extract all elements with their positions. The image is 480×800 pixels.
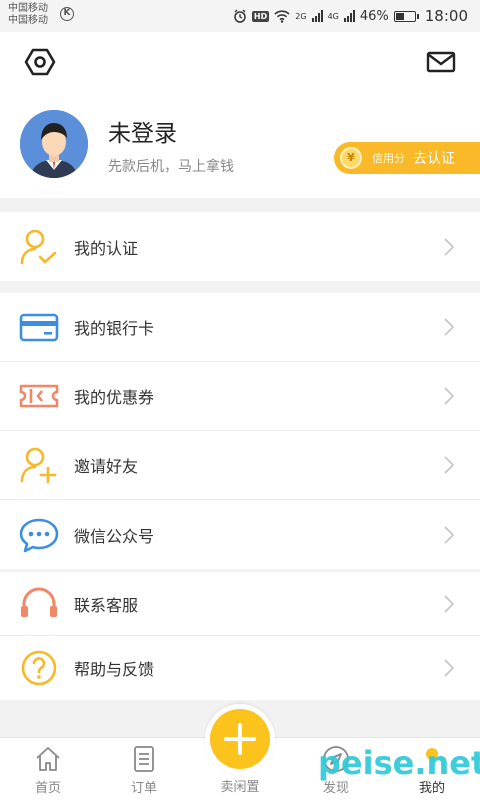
- menu-item-coupons[interactable]: 我的优惠券: [0, 362, 480, 431]
- chevron-right-icon: [444, 387, 454, 405]
- menu-item-invite-friends[interactable]: 邀请好友: [0, 431, 480, 500]
- plus-icon: [224, 723, 256, 755]
- settings-button[interactable]: [24, 48, 56, 76]
- carrier-name-2: 中国移动: [8, 15, 48, 26]
- menu-label: 联系客服: [74, 595, 139, 615]
- menu-group-account: 我的银行卡 我的优惠券 邀请好友 微信公众号: [0, 293, 480, 569]
- user-add-icon: [20, 447, 57, 484]
- network-type-2: 4G: [327, 11, 339, 21]
- order-list-icon: [134, 746, 154, 772]
- status-icons: HD 2G 4G 46% 18:00: [233, 6, 468, 26]
- signal-bars-icon-2: [343, 10, 355, 22]
- credit-verify-button[interactable]: ¥ 信用分 去认证: [334, 142, 480, 174]
- messages-button[interactable]: [426, 50, 456, 74]
- sell-idle-button[interactable]: [205, 704, 275, 774]
- nav-home[interactable]: 首页: [0, 738, 96, 800]
- alarm-icon: [234, 9, 246, 23]
- menu-item-help-feedback[interactable]: 帮助与反馈: [0, 636, 480, 700]
- menu-item-wechat-official[interactable]: 微信公众号: [0, 500, 480, 569]
- chevron-right-icon: [444, 594, 454, 613]
- menu-label: 帮助与反馈: [74, 660, 155, 679]
- menu-group-verify: 我的认证: [0, 212, 480, 281]
- chevron-right-icon: [444, 318, 454, 336]
- nav-label: 订单: [130, 781, 157, 796]
- menu-item-my-verification[interactable]: 我的认证: [0, 212, 480, 281]
- chevron-right-icon: [444, 525, 454, 544]
- hd-icon: HD: [251, 10, 270, 22]
- menu-label: 我的优惠券: [74, 388, 155, 407]
- carrier-name-1: 中国移动: [8, 3, 48, 14]
- clock: 18:00: [424, 7, 468, 25]
- battery-percent: 46%: [359, 8, 389, 24]
- wechat-chat-icon: [19, 518, 59, 552]
- menu-label: 邀请好友: [74, 457, 139, 476]
- menu-item-bank-card[interactable]: 我的银行卡: [0, 293, 480, 362]
- nav-orders[interactable]: 订单: [96, 738, 192, 800]
- menu-label: 我的认证: [74, 238, 139, 258]
- chevron-right-icon: [444, 456, 454, 474]
- user-check-icon: [20, 229, 57, 264]
- menu-item-customer-service[interactable]: 联系客服: [0, 572, 480, 636]
- credit-verify-label: 去认证: [413, 151, 455, 167]
- chevron-right-icon: [444, 659, 454, 677]
- nav-label: 首页: [34, 781, 61, 796]
- bank-card-icon: [19, 313, 59, 342]
- avatar[interactable]: [20, 110, 88, 178]
- signal-bars-icon-1: [311, 10, 323, 22]
- headset-icon: [21, 587, 57, 617]
- chevron-right-icon: [444, 237, 454, 256]
- sell-idle-label: 卖闲置: [220, 780, 260, 795]
- credit-score-label: 信用分: [372, 152, 405, 165]
- mail-icon: [426, 51, 456, 73]
- battery-icon: [393, 10, 419, 22]
- carrier-badge-icon: K: [60, 7, 74, 21]
- wifi-icon: [274, 9, 290, 23]
- status-bar: 中国移动 中国移动 K HD 2G 4G 46% 18:00: [0, 0, 480, 32]
- watermark: peise.net: [318, 744, 480, 782]
- coin-icon: ¥: [340, 147, 362, 169]
- profile-header: 未登录 先款后机，马上拿钱 ¥ 信用分 去认证: [0, 32, 480, 198]
- coupon-icon: [19, 384, 59, 408]
- menu-label: 我的银行卡: [74, 319, 155, 338]
- carrier-info: 中国移动 中国移动 K: [8, 3, 74, 27]
- login-status[interactable]: 未登录: [108, 114, 177, 148]
- settings-hexagon-icon: [24, 48, 56, 76]
- help-icon: [21, 650, 57, 686]
- home-icon: [36, 747, 60, 771]
- menu-label: 微信公众号: [74, 526, 155, 546]
- menu-group-support: 联系客服 帮助与反馈: [0, 572, 480, 700]
- header-slogan: 先款后机，马上拿钱: [108, 159, 234, 175]
- network-type-1: 2G: [295, 11, 307, 21]
- default-avatar-icon: [20, 110, 88, 178]
